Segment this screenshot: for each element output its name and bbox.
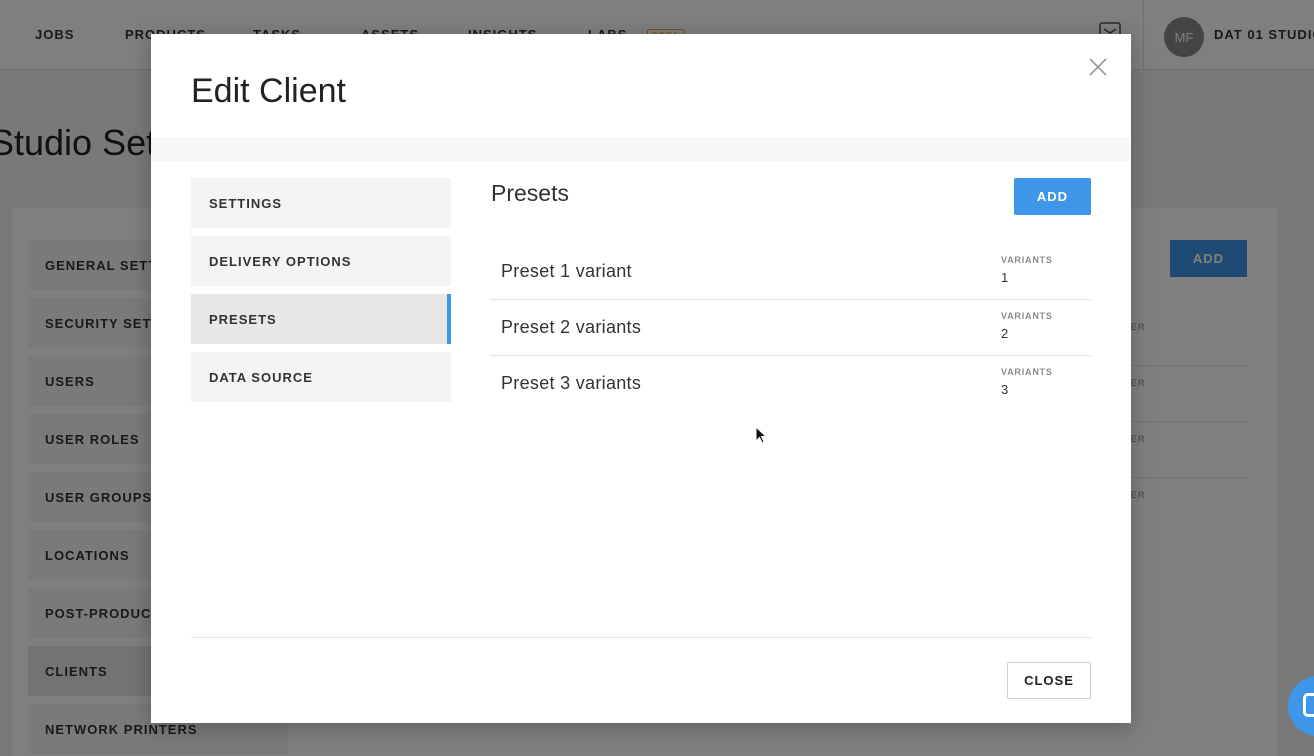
edit-client-modal: Edit Client SETTINGS DELIVERY OPTIONS PR…: [151, 34, 1131, 723]
tab-settings[interactable]: SETTINGS: [191, 178, 451, 228]
chat-icon: [1303, 693, 1314, 717]
section-title: Presets: [491, 180, 569, 206]
variants-count: 2: [1001, 326, 1009, 341]
variants-label: VARIANTS: [1001, 255, 1053, 265]
tab-data-source[interactable]: DATA SOURCE: [191, 352, 451, 402]
variants-count: 3: [1001, 382, 1009, 397]
close-button[interactable]: CLOSE: [1007, 662, 1091, 699]
variants-label: VARIANTS: [1001, 367, 1053, 377]
preset-name: Preset 1 variant: [501, 261, 632, 281]
variants-count: 1: [1001, 270, 1009, 285]
modal-header-divider: [151, 137, 1131, 161]
preset-name: Preset 2 variants: [501, 317, 642, 337]
preset-list: Preset 1 variant VARIANTS 1 Preset 2 var…: [490, 244, 1091, 412]
mouse-cursor-icon: [755, 426, 767, 444]
tab-delivery-options[interactable]: DELIVERY OPTIONS: [191, 236, 451, 286]
list-item[interactable]: Preset 1 variant VARIANTS 1: [490, 244, 1091, 300]
add-preset-button[interactable]: ADD: [1014, 178, 1091, 215]
preset-name: Preset 3 variants: [501, 373, 642, 393]
list-item[interactable]: Preset 3 variants VARIANTS 3: [490, 356, 1091, 412]
modal-footer-divider: [191, 637, 1091, 638]
variants-label: VARIANTS: [1001, 311, 1053, 321]
list-item[interactable]: Preset 2 variants VARIANTS 2: [490, 300, 1091, 356]
tab-presets[interactable]: PRESETS: [191, 294, 451, 344]
modal-title: Edit Client: [191, 72, 346, 110]
close-icon[interactable]: [1087, 56, 1109, 78]
